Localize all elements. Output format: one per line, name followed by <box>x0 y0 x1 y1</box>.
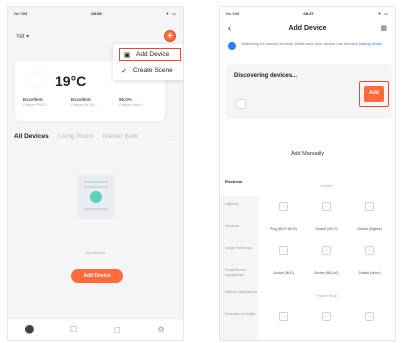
category-item[interactable]: Large Home Ap... <box>220 240 258 262</box>
stat-value: Excellent <box>71 97 91 102</box>
bluetooth-icon <box>228 42 236 50</box>
stat-value: 95.0% <box>119 97 132 102</box>
device-row: ⋯ ⋯ ⋯ <box>262 306 391 328</box>
nav-bar: ‹ Add Device ▦ <box>220 21 395 35</box>
socket-icon: ⋯ <box>279 246 288 255</box>
category-item[interactable]: Exercise & Health <box>220 306 258 328</box>
socket-icon: ⋯ <box>365 246 374 255</box>
tab-master-bedroom[interactable]: Master Bedr <box>103 133 138 140</box>
status-icons: ✦ ▭ <box>165 10 177 16</box>
empty-box-icon <box>78 175 114 219</box>
stat-label: Outdoor Air Qu... <box>71 103 98 107</box>
discovering-panel: Discovering devices... Add <box>226 64 392 119</box>
device-tile[interactable]: Socket (Wi-Fi) <box>309 227 345 231</box>
page-title: Add Device <box>288 24 327 32</box>
category-item[interactable]: Small Home Appliances <box>220 262 258 284</box>
status-icons: ✦ ▭ <box>377 10 389 16</box>
device-row: ⋯ ⋯ ⋯ <box>262 196 391 218</box>
bottom-tab-bar: ⚫ ☐ ◻ ⚙ <box>8 318 183 340</box>
stat-value: Excellent <box>23 97 43 102</box>
carrier-label: No SIM <box>14 10 28 16</box>
home-screen: No SIM 08:53 ✦ ▭ Yet ▾ + 19°C Excellent … <box>7 6 184 341</box>
add-menu-popup: ▣ Add Device ✓ Create Scene <box>113 44 183 80</box>
me-icon[interactable]: ⚙ <box>151 325 171 334</box>
weather-stats: Excellent Outdoor PM2.5 Excellent Outdoo… <box>23 97 159 107</box>
add-device-icon: ▣ <box>123 51 131 59</box>
device-tile[interactable]: ⋯ <box>309 312 345 322</box>
empty-text: No devices <box>85 250 106 255</box>
socket-icon: ⋯ <box>279 202 288 211</box>
section-label: Socket <box>320 182 333 188</box>
device-row: Socket (BLE) Socket (NB-IoT) Socket (oth… <box>262 262 391 284</box>
device-tile[interactable]: ⋯ <box>352 312 388 322</box>
device-tile[interactable]: ⋯ <box>352 202 388 212</box>
stat-label: Outdoor Humi... <box>119 103 144 107</box>
add-device-screen: No SIM 08:37 ✦ ▭ ‹ Add Device ▦ Searchin… <box>219 6 396 341</box>
tab-living-room[interactable]: Living Room <box>58 133 94 140</box>
scene-icon[interactable]: ☐ <box>64 325 84 334</box>
device-row: Plug (BLE+Wi-Fi) Socket (Wi-Fi) Socket (… <box>262 218 391 240</box>
power-strip-icon: ⋯ <box>365 312 374 321</box>
device-tile[interactable]: Socket (other) <box>352 271 388 275</box>
socket-icon: ⋯ <box>365 202 374 211</box>
socket-icon: ⋯ <box>322 246 331 255</box>
device-tile[interactable]: ⋯ <box>266 202 302 212</box>
power-strip-icon: ⋯ <box>322 312 331 321</box>
more-icon[interactable]: ··· <box>168 133 178 140</box>
temperature: 19°C <box>55 73 87 89</box>
device-tile[interactable]: ⋯ <box>309 246 345 256</box>
socket-icon: ⋯ <box>322 202 331 211</box>
category-item[interactable]: Electrical <box>220 174 258 196</box>
device-tile[interactable]: ⋯ <box>309 202 345 212</box>
category-item[interactable]: Lighting <box>220 196 258 218</box>
device-tile[interactable]: Socket (BLE) <box>266 271 302 275</box>
device-tile[interactable]: ⋯ <box>266 312 302 322</box>
add-button[interactable]: Add <box>364 86 384 102</box>
device-grid: Socket ⋯ ⋯ ⋯ Plug (BLE+Wi-Fi) Socket (Wi… <box>262 174 391 340</box>
home-icon[interactable]: ⚫ <box>20 325 40 334</box>
menu-add-device[interactable]: ▣ Add Device <box>119 48 181 61</box>
weather-stat: Excellent Outdoor PM2.5 <box>23 97 63 107</box>
category-item[interactable]: Kitchen Appliances <box>220 284 258 306</box>
power-strip-icon: ⋯ <box>279 312 288 321</box>
pairing-mode-link[interactable]: pairing mode. <box>359 41 383 46</box>
menu-create-scene-label: Create Scene <box>133 67 173 74</box>
back-icon[interactable]: ‹ <box>228 23 231 33</box>
create-scene-icon: ✓ <box>121 67 127 75</box>
menu-create-scene[interactable]: ✓ Create Scene <box>119 64 181 77</box>
device-tile[interactable]: Socket (Zigbee) <box>352 227 388 231</box>
add-plus-button[interactable]: + <box>164 30 176 42</box>
category-item[interactable]: Sensors <box>220 218 258 240</box>
add-manually-title: Add Manually <box>290 151 325 157</box>
home-selector[interactable]: Yet ▾ <box>16 33 29 40</box>
device-tile[interactable]: Socket (NB-IoT) <box>309 271 345 275</box>
room-tabs: All Devices Living Room Master Bedr ··· <box>14 133 177 140</box>
empty-illustration <box>58 155 133 250</box>
add-device-button[interactable]: Add Device <box>71 269 123 283</box>
category-list: Electrical Lighting Sensors Large Home A… <box>220 174 258 340</box>
weather-stat: 95.0% Outdoor Humi... <box>119 97 159 107</box>
notice-text: Searching for nearby devices. Make sure … <box>241 41 358 46</box>
status-time: 08:37 <box>303 10 314 16</box>
device-placeholder-icon <box>236 99 246 109</box>
device-tile[interactable]: ⋯ <box>266 246 302 256</box>
carrier-label: No SIM <box>226 10 240 16</box>
status-bar: No SIM 08:37 ✦ ▭ <box>226 9 389 17</box>
add-button-highlight: Add <box>359 81 389 107</box>
tab-all-devices[interactable]: All Devices <box>14 133 49 140</box>
status-bar: No SIM 08:53 ✦ ▭ <box>14 9 177 17</box>
cloud-icon <box>29 75 47 85</box>
device-row: ⋯ ⋯ ⋯ <box>262 240 391 262</box>
menu-add-device-label: Add Device <box>136 51 170 58</box>
device-tile[interactable]: ⋯ <box>352 246 388 256</box>
discovering-text: Discovering devices... <box>234 73 298 79</box>
search-notice: Searching for nearby devices. Make sure … <box>228 41 389 50</box>
status-time: 08:53 <box>91 10 102 16</box>
weather-stat: Excellent Outdoor Air Qu... <box>71 97 111 107</box>
device-tile[interactable]: Plug (BLE+Wi-Fi) <box>266 227 302 231</box>
scan-icon[interactable]: ▦ <box>380 24 387 32</box>
section-label: Power Strip <box>316 292 337 298</box>
smart-icon[interactable]: ◻ <box>107 325 127 334</box>
stat-label: Outdoor PM2.5 <box>23 103 47 107</box>
